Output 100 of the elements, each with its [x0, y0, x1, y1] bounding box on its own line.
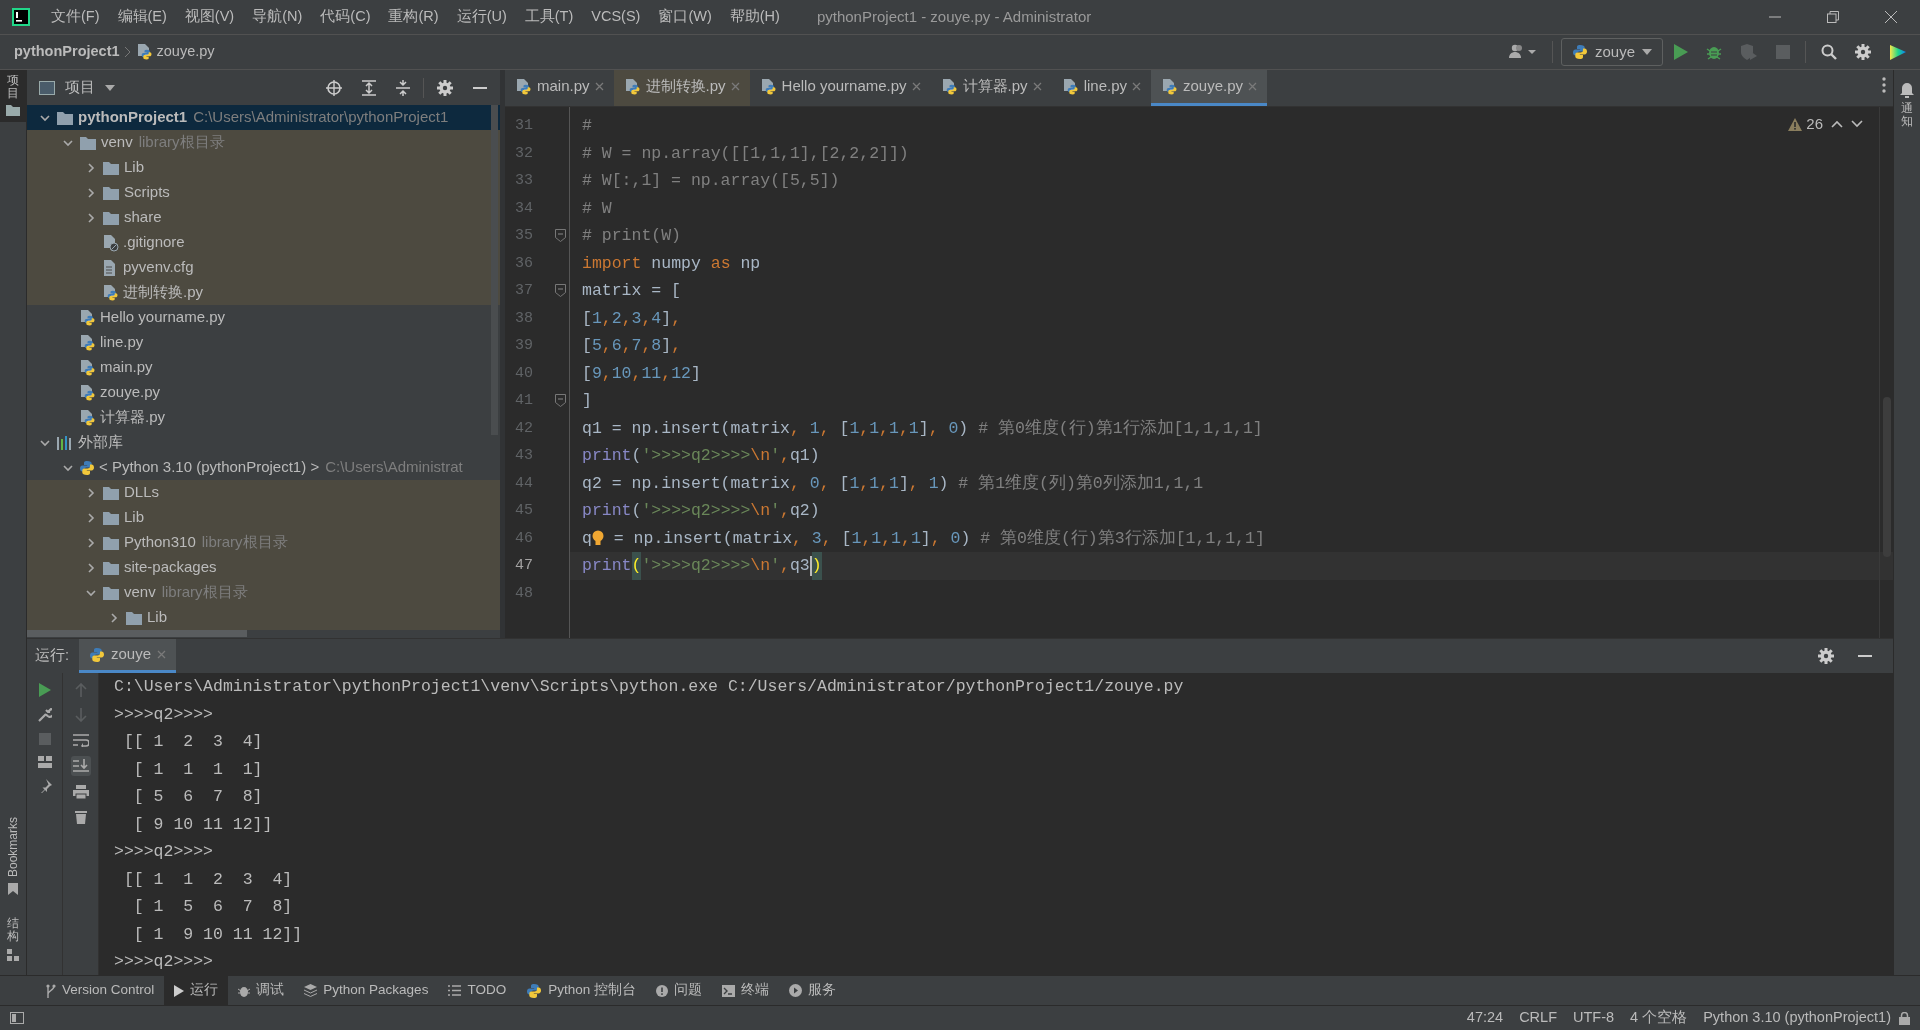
menu-item[interactable]: 运行(U) — [447, 6, 516, 28]
tree-item[interactable]: Python310 library根目录 — [27, 530, 500, 555]
menu-item[interactable]: 帮助(H) — [720, 6, 789, 28]
tool-window-tab[interactable]: 终端 — [711, 975, 779, 1006]
soft-wrap-button[interactable] — [70, 731, 91, 749]
status-item[interactable]: 4 个空格 — [1622, 1007, 1696, 1029]
tool-window-tab[interactable]: Python 控制台 — [516, 975, 646, 1006]
tree-item[interactable]: site-packages — [27, 555, 500, 580]
status-item[interactable]: CRLF — [1511, 1007, 1565, 1029]
line-number: 35 — [515, 227, 533, 244]
tree-item[interactable]: venv library根目录 — [27, 130, 500, 155]
editor-tab[interactable]: zouye.py — [1151, 70, 1268, 106]
code-line: print('>>>>q2>>>>\n',q2) — [581, 500, 820, 522]
editor-tab[interactable]: main.py — [505, 70, 614, 106]
tool-window-tab[interactable]: Version Control — [36, 975, 165, 1006]
line-number: 32 — [515, 144, 533, 162]
console-line: >>>>q2>>>> — [114, 703, 214, 726]
tree-item[interactable]: pythonProject1 C:\Users\Administrator\pythonProject1 — [27, 105, 500, 130]
layout-button[interactable] — [35, 754, 54, 770]
tree-item[interactable]: 外部库 — [27, 430, 500, 455]
tree-item[interactable]: .gitignore — [27, 230, 500, 255]
tool-window-tab[interactable]: 调试 — [228, 975, 295, 1006]
tree-item[interactable]: main.py — [27, 355, 500, 380]
python-icon — [526, 982, 543, 999]
run-configuration-dropdown[interactable]: zouye — [1560, 38, 1663, 66]
menu-item[interactable]: 代码(C) — [311, 6, 380, 28]
line-number: 38 — [515, 309, 533, 327]
menu-item[interactable]: 工具(T) — [515, 6, 583, 28]
terminal-icon — [721, 984, 735, 997]
print-button[interactable] — [70, 783, 91, 801]
tree-item[interactable]: pyvenv.cfg — [27, 255, 500, 280]
status-item[interactable]: UTF-8 — [1565, 1007, 1623, 1029]
tree-item[interactable]: zouye.py — [27, 380, 500, 405]
structure-tool-label[interactable]: 结构 — [7, 916, 19, 943]
breadcrumb-item[interactable]: pythonProject1 — [14, 41, 120, 63]
panel-icon — [39, 80, 55, 95]
tool-window-tab[interactable]: TODO — [438, 975, 517, 1006]
tree-item[interactable]: share — [27, 205, 500, 230]
close-icon — [594, 82, 604, 91]
status-item[interactable]: 47:24 — [1458, 1007, 1512, 1029]
rerun-button[interactable] — [36, 681, 53, 699]
people-icon — [1508, 44, 1537, 60]
menu-item[interactable]: 文件(F) — [42, 6, 109, 28]
menu-item[interactable]: VCS(S) — [582, 6, 650, 28]
scrollbar-thumb[interactable] — [27, 630, 247, 637]
tool-window-tab[interactable]: 运行 — [164, 975, 229, 1006]
tree-item[interactable]: venv library根目录 — [27, 580, 500, 605]
tree-item[interactable]: Lib — [27, 605, 500, 630]
editor-tab[interactable]: 进制转换.py — [613, 70, 750, 106]
tool-window-tab[interactable]: 服务 — [778, 975, 846, 1006]
console-line: [[ 1 1 2 3 4] — [122, 868, 293, 891]
python-file-icon — [79, 333, 96, 352]
play-icon — [174, 984, 185, 997]
menu-item[interactable]: 窗口(W) — [649, 6, 721, 28]
project-view-dropdown[interactable]: 项目 — [61, 72, 119, 103]
tree-item[interactable]: Lib — [27, 505, 500, 530]
tree-item[interactable]: Lib — [27, 155, 500, 180]
console-line: [ 1 1 1 1] — [132, 758, 263, 781]
warning-count[interactable]: 26 — [1788, 113, 1823, 136]
bug-icon — [238, 984, 251, 997]
menu-item[interactable]: 编辑(E) — [108, 6, 176, 28]
library-icon — [56, 434, 74, 451]
line-number: 45 — [515, 502, 533, 519]
menu-item[interactable]: 导航(N) — [243, 6, 312, 28]
scrollbar-thumb[interactable] — [491, 105, 498, 435]
line-number: 41 — [515, 392, 533, 409]
tree-item[interactable]: line.py — [27, 330, 500, 355]
python-file-icon — [79, 358, 96, 377]
run-tab[interactable]: zouye — [79, 639, 177, 673]
tree-item[interactable]: 计算器.py — [27, 405, 500, 430]
gear-icon — [1855, 44, 1871, 60]
menu-item[interactable]: 重构(R) — [379, 6, 448, 28]
bug-icon — [1706, 44, 1722, 60]
trash-icon — [74, 810, 87, 824]
python-file-icon — [79, 308, 96, 327]
close-icon — [730, 82, 740, 91]
tree-item[interactable]: DLLs — [27, 480, 500, 505]
fold-marker-icon — [555, 284, 566, 297]
list-icon — [448, 985, 462, 996]
tree-item[interactable]: Scripts — [27, 180, 500, 205]
search-icon — [1821, 44, 1837, 60]
tree-item[interactable]: 进制转换.py — [27, 280, 500, 305]
notifications-tool-label[interactable]: 通知 — [1901, 102, 1913, 129]
bookmarks-tool-label[interactable]: Bookmarks — [4, 816, 22, 877]
line-number: 37 — [515, 282, 533, 299]
lightbulb-icon — [591, 530, 604, 547]
menu-item[interactable]: 视图(V) — [175, 6, 244, 28]
tool-window-tab[interactable]: Python Packages — [294, 975, 439, 1006]
editor-tab[interactable]: line.py — [1051, 70, 1151, 106]
tree-item[interactable]: Hello yourname.py — [27, 305, 500, 330]
editor-tab[interactable]: 计算器.py — [930, 70, 1052, 106]
editor-tab[interactable]: Hello yourname.py — [749, 70, 931, 106]
line-number: 43 — [515, 447, 533, 464]
breadcrumb-item[interactable]: zouye.py — [156, 41, 215, 63]
scroll-to-end-button[interactable] — [70, 756, 91, 776]
fold-marker-icon — [555, 394, 566, 407]
clear-button[interactable] — [72, 808, 89, 826]
tool-window-tab[interactable]: 问题 — [645, 975, 712, 1006]
status-item[interactable]: Python 3.10 (pythonProject1) — [1695, 1007, 1899, 1029]
tree-item[interactable]: < Python 3.10 (pythonProject1) > C:\Users\Administrat — [27, 455, 500, 480]
